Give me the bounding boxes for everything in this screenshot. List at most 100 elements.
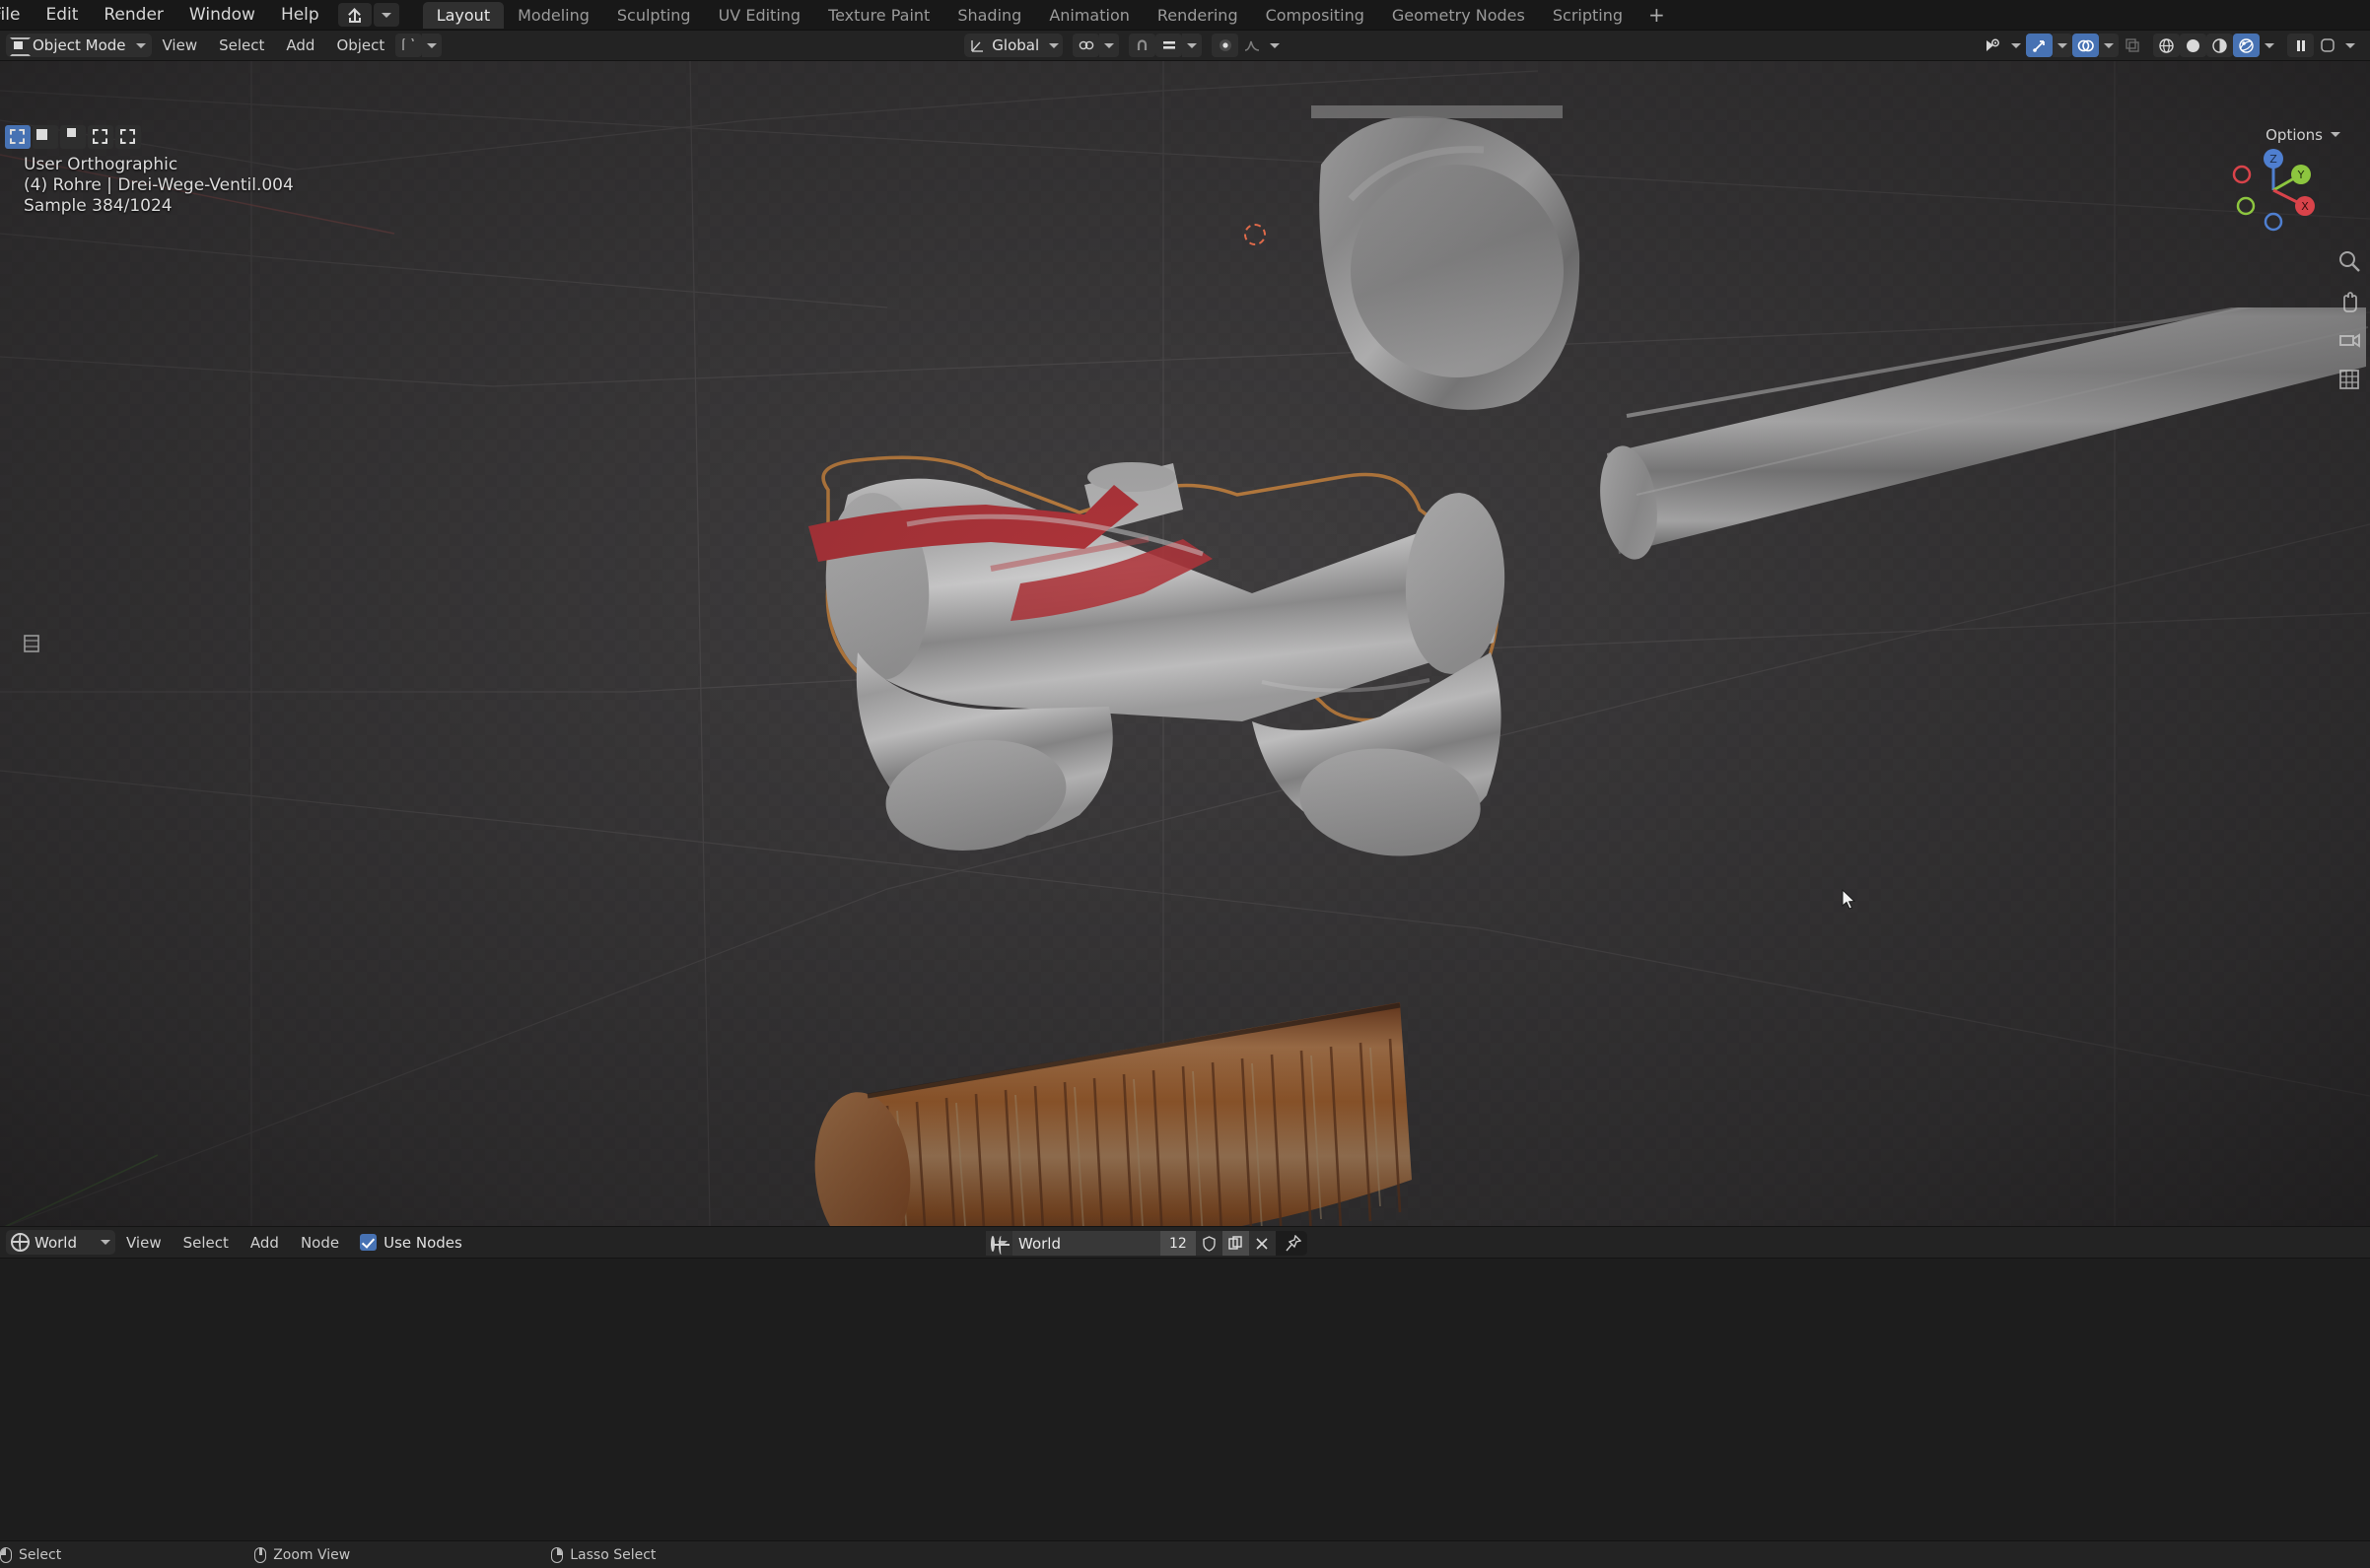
- mesh-drei-wege-ventil[interactable]: [789, 455, 1538, 968]
- box-select-icon[interactable]: [33, 125, 58, 149]
- use-nodes-toggle[interactable]: Use Nodes: [360, 1234, 462, 1252]
- viewport-menu-add[interactable]: Add: [275, 36, 325, 54]
- shading-caret-icon[interactable]: [2260, 34, 2279, 57]
- svg-text:Y: Y: [2297, 169, 2305, 181]
- tab-uv-editing[interactable]: UV Editing: [705, 2, 814, 29]
- tab-layout[interactable]: Layout: [423, 2, 504, 29]
- pivot-point-icon[interactable]: [1073, 34, 1099, 57]
- shader-node-editor[interactable]: Scene › World ▾ Texture Coordinate Gener…: [0, 1259, 2370, 1544]
- tab-sculpting[interactable]: Sculpting: [603, 2, 705, 29]
- orientation-label: Global: [986, 36, 1049, 54]
- shader-menu-view[interactable]: View: [115, 1234, 173, 1252]
- pivot-point-caret-icon[interactable]: [1099, 34, 1119, 57]
- status-lasso-label: Lasso Select: [570, 1547, 656, 1563]
- viewport-menu-object[interactable]: Object: [325, 36, 395, 54]
- gizmo-icon[interactable]: [2026, 34, 2053, 57]
- annotate-icon[interactable]: [22, 633, 41, 654]
- upload-icon[interactable]: [338, 3, 372, 27]
- tab-modeling[interactable]: Modeling: [504, 2, 603, 29]
- shading-solid-icon[interactable]: [2180, 34, 2206, 57]
- viewport-menu-select[interactable]: Select: [208, 36, 275, 54]
- close-x-icon[interactable]: [1249, 1231, 1276, 1256]
- editor-type-selector[interactable]: World: [6, 1230, 115, 1255]
- fake-user-shield-icon[interactable]: [1196, 1231, 1222, 1256]
- mouse-pointer-icon: [1842, 889, 1857, 911]
- gizmo-caret-icon[interactable]: [2053, 34, 2072, 57]
- pause-render-icon[interactable]: [2287, 34, 2314, 57]
- mode-label: Object Mode: [33, 36, 126, 54]
- viewport-menu-view[interactable]: View: [152, 36, 209, 54]
- proportional-falloff-icon[interactable]: [1238, 34, 1265, 57]
- chevron-down-icon[interactable]: [374, 3, 399, 27]
- mesh-pipe-right: [1568, 307, 2370, 702]
- tweak-select-icon[interactable]: [5, 125, 31, 149]
- add-workspace-button[interactable]: +: [1637, 2, 1677, 29]
- snap-to-icon[interactable]: [1155, 34, 1182, 57]
- pan-hand-icon[interactable]: [2336, 288, 2362, 313]
- tab-compositing[interactable]: Compositing: [1252, 2, 1378, 29]
- datablock-browse-icon[interactable]: [986, 1231, 1012, 1256]
- mode-selector[interactable]: Object Mode: [6, 34, 152, 57]
- xray-icon[interactable]: [2119, 34, 2145, 57]
- blender-window: File Edit Render Window Help Layout Mode…: [0, 0, 2370, 1568]
- overlays-icon[interactable]: [2072, 34, 2099, 57]
- node-links: [0, 1259, 2370, 1544]
- tab-animation[interactable]: Animation: [1035, 2, 1144, 29]
- mouse-left-icon: [0, 1547, 12, 1563]
- select-tool-group: [5, 125, 141, 149]
- viewport-view-name: User Orthographic: [24, 155, 294, 175]
- camera-icon[interactable]: [2336, 327, 2362, 353]
- tab-rendering[interactable]: Rendering: [1144, 2, 1252, 29]
- visibility-caret-icon[interactable]: [2006, 34, 2026, 57]
- 3d-cursor-icon: [1244, 224, 1266, 245]
- overlays-caret-icon[interactable]: [2099, 34, 2119, 57]
- world-datablock-selector: World 12: [986, 1231, 1307, 1256]
- shading-material-icon[interactable]: [2206, 34, 2233, 57]
- status-lasso: Lasso Select: [551, 1547, 656, 1563]
- zoom-icon[interactable]: [2336, 248, 2362, 274]
- shading-rendered-icon[interactable]: [2233, 34, 2260, 57]
- pivot-dropdown-caret-icon[interactable]: [422, 34, 442, 57]
- menu-window[interactable]: Window: [176, 0, 268, 31]
- tab-texture-paint[interactable]: Texture Paint: [814, 2, 943, 29]
- shader-menu-add[interactable]: Add: [240, 1234, 290, 1252]
- use-nodes-checkbox[interactable]: [360, 1234, 377, 1251]
- shading-wireframe-icon[interactable]: [2153, 34, 2180, 57]
- falloff-caret-icon[interactable]: [1265, 34, 1285, 57]
- status-zoom-label: Zoom View: [273, 1547, 350, 1563]
- datablock-user-count[interactable]: 12: [1160, 1231, 1196, 1256]
- transform-orientation-selector[interactable]: Global: [964, 34, 1063, 57]
- tab-scripting[interactable]: Scripting: [1539, 2, 1637, 29]
- 3d-viewport[interactable]: User Orthographic (4) Rohre | Drei-Wege-…: [0, 61, 2370, 1226]
- status-select-label: Select: [19, 1547, 61, 1563]
- mouse-middle-icon: [254, 1547, 266, 1563]
- menu-render[interactable]: Render: [91, 0, 176, 31]
- viewport-options-label[interactable]: Options: [2265, 126, 2323, 144]
- visibility-icon[interactable]: [1980, 34, 2006, 57]
- lasso-select-icon[interactable]: [88, 125, 113, 149]
- pivot-icon[interactable]: [395, 34, 422, 57]
- render-caret-icon[interactable]: [2340, 34, 2360, 57]
- svg-text:X: X: [2301, 200, 2309, 213]
- rounded-square-icon[interactable]: [2314, 34, 2340, 57]
- datablock-name-field[interactable]: World: [1012, 1231, 1160, 1256]
- viewport-header: Object Mode View Select Add Object Globa…: [0, 31, 2370, 61]
- shader-menu-select[interactable]: Select: [173, 1234, 240, 1252]
- tab-shading[interactable]: Shading: [943, 2, 1035, 29]
- options-caret-icon[interactable]: [2331, 132, 2340, 137]
- extra-select-icon[interactable]: [115, 125, 141, 149]
- shader-menu-node[interactable]: Node: [290, 1234, 350, 1252]
- menu-edit[interactable]: Edit: [33, 0, 91, 31]
- navigation-gizmo[interactable]: Z Y X: [2228, 145, 2319, 236]
- menu-file[interactable]: File: [0, 0, 33, 31]
- proportional-editing-icon[interactable]: [1212, 34, 1238, 57]
- menu-help[interactable]: Help: [268, 0, 332, 31]
- grid-icon[interactable]: [2336, 367, 2362, 392]
- circle-select-icon[interactable]: [60, 125, 86, 149]
- tab-geometry-nodes[interactable]: Geometry Nodes: [1378, 2, 1539, 29]
- pin-icon[interactable]: [1276, 1231, 1307, 1256]
- snap-dropdown-caret-icon[interactable]: [1182, 34, 1202, 57]
- snap-magnet-icon[interactable]: [1129, 34, 1155, 57]
- new-copy-icon[interactable]: [1222, 1231, 1249, 1256]
- status-select: Select: [0, 1547, 61, 1563]
